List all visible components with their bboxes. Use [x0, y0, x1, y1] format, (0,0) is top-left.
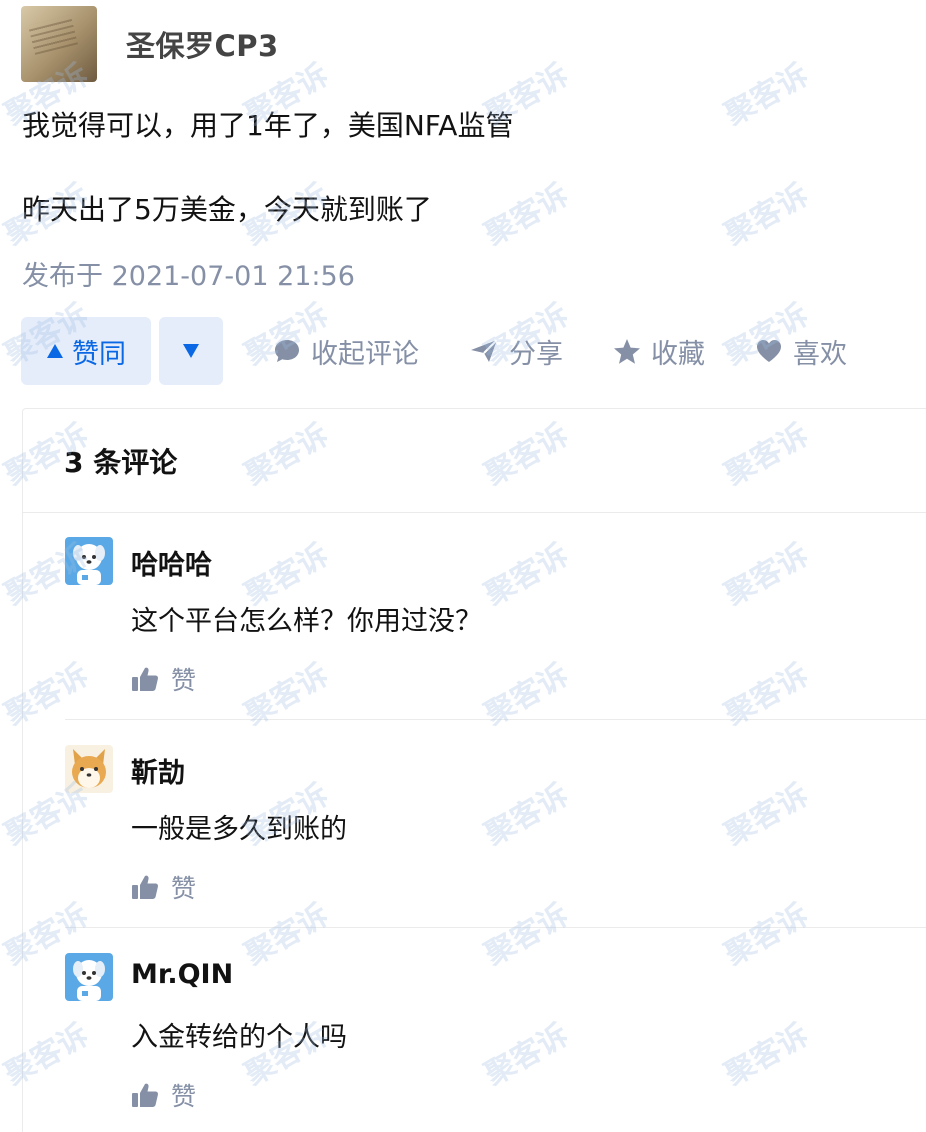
puppy-avatar[interactable]	[65, 537, 113, 585]
vote-up-button[interactable]: 赞同	[21, 317, 151, 385]
watermark-text: 聚客诉	[719, 57, 815, 133]
heart-icon	[757, 340, 781, 362]
triangle-up-icon	[47, 344, 63, 358]
comment-author[interactable]: 靳劼	[131, 751, 185, 790]
action-bar: 赞同 收起评论 分享 收藏 喜欢	[21, 317, 847, 385]
publish-time: 发布于 2021-07-01 21:56	[22, 261, 355, 292]
comment-text: 入金转给的个人吗	[131, 1022, 347, 1053]
favorite-label: 收藏	[651, 338, 705, 370]
like-button[interactable]: 喜欢	[755, 332, 847, 371]
vote-down-button[interactable]	[159, 317, 223, 385]
triangle-down-icon	[183, 344, 199, 358]
comments-panel: 3 条评论 哈哈哈 这个平台怎么样？你用过没？ 赞 靳劼 一般是多久到账的 赞 …	[22, 408, 926, 1132]
share-button[interactable]: 分享	[469, 332, 563, 371]
post-text-line: 我觉得可以，用了1年了，美国NFA监管	[22, 109, 514, 142]
vote-up-label: 赞同	[72, 338, 126, 370]
comment-like-label: 赞	[171, 666, 197, 695]
comment-like-label: 赞	[171, 874, 197, 903]
favorite-button[interactable]: 收藏	[613, 332, 705, 371]
divider	[65, 719, 926, 720]
author-name[interactable]: 圣保罗CP3	[126, 23, 279, 65]
collapse-comments-button[interactable]: 收起评论	[273, 332, 419, 371]
like-label: 喜欢	[793, 338, 847, 370]
thumbs-up-icon	[132, 875, 158, 899]
comments-count: 3 条评论	[64, 446, 178, 479]
post-text-line: 昨天出了5万美金，今天就到账了	[22, 193, 432, 226]
share-label: 分享	[509, 338, 563, 370]
thumbs-up-icon	[132, 667, 158, 691]
watermark-text: 聚客诉	[719, 177, 815, 253]
collapse-comments-label: 收起评论	[311, 338, 419, 370]
paper-plane-icon	[471, 339, 498, 362]
puppy-avatar[interactable]	[65, 953, 113, 1001]
thumbs-up-icon	[132, 1083, 158, 1107]
comment-text: 一般是多久到账的	[131, 814, 347, 845]
comment-like-button[interactable]: 赞	[131, 661, 196, 697]
comment-like-label: 赞	[171, 1082, 197, 1111]
comment-bubble-icon	[275, 340, 299, 362]
comment-author[interactable]: 哈哈哈	[131, 543, 212, 582]
divider	[23, 512, 926, 513]
author-avatar[interactable]	[21, 6, 97, 82]
shiba-dog-avatar[interactable]	[65, 745, 113, 793]
post-content: 我觉得可以，用了1年了，美国NFA监管 昨天出了5万美金，今天就到账了	[22, 104, 513, 232]
comment-author[interactable]: Mr.QIN	[131, 959, 233, 990]
comment-like-button[interactable]: 赞	[131, 1077, 196, 1113]
post-author: 圣保罗CP3	[21, 6, 279, 82]
comment-like-button[interactable]: 赞	[131, 869, 196, 905]
comment-text: 这个平台怎么样？你用过没？	[131, 606, 482, 637]
star-icon	[614, 338, 640, 364]
divider	[65, 927, 926, 928]
